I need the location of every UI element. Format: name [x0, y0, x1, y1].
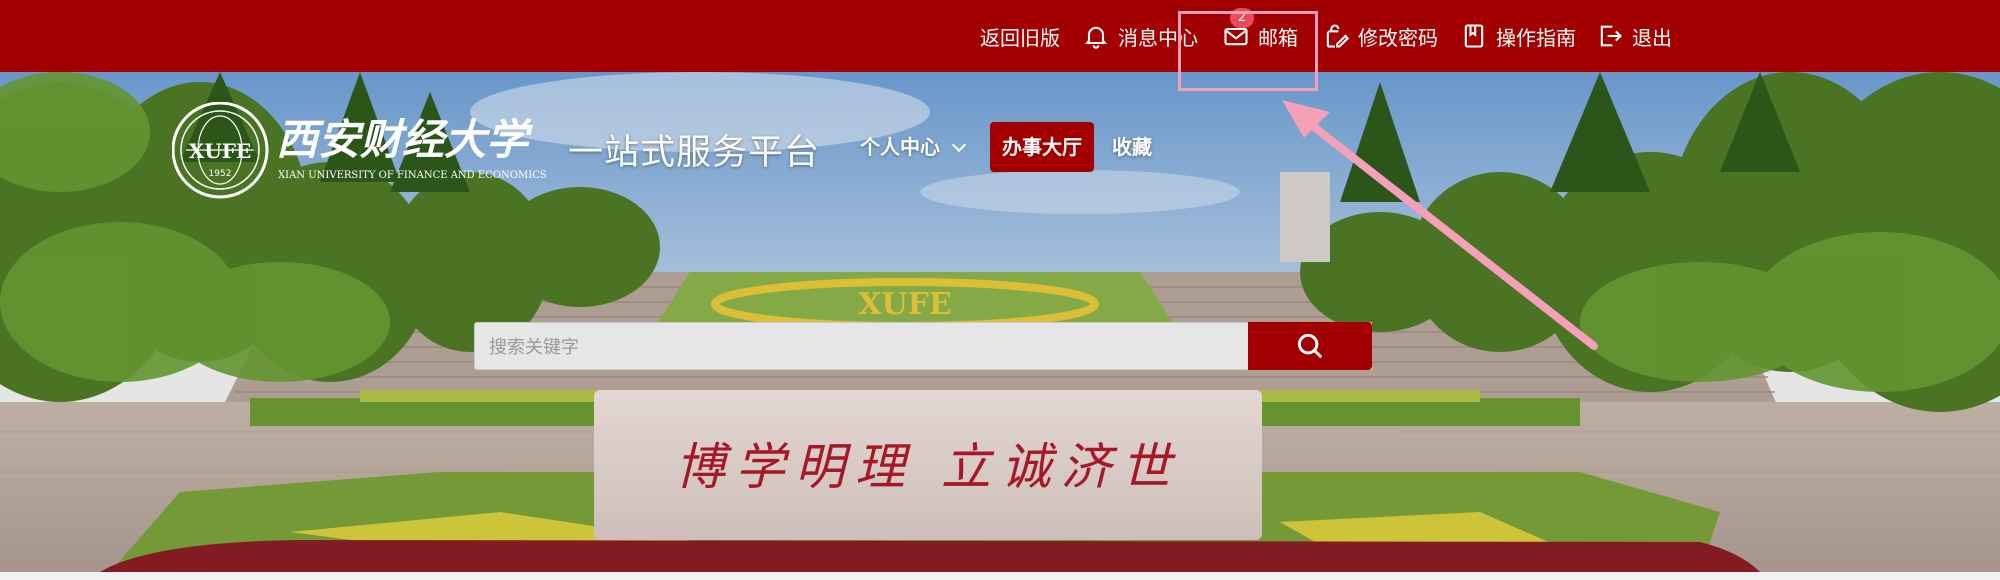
search-button[interactable]: [1248, 322, 1372, 370]
bell-icon: [1085, 26, 1107, 49]
search-box: [474, 322, 1372, 371]
nav-personal-center-label: 个人中心: [860, 135, 940, 159]
change-password-link[interactable]: 修改密码: [1322, 0, 1438, 72]
search-input[interactable]: [485, 323, 1351, 371]
change-password-label: 修改密码: [1358, 25, 1438, 50]
back-to-old-version-link[interactable]: 返回旧版: [980, 0, 1060, 72]
search-icon: [1297, 333, 1323, 359]
top-bar: 返回旧版 消息中心 邮箱 2 修改密码 操作指南 退出: [0, 0, 2000, 72]
platform-title: 一站式服务平台: [568, 133, 821, 173]
back-to-old-version-label: 返回旧版: [980, 25, 1060, 50]
logout-link[interactable]: 退出: [1596, 0, 1672, 72]
logout-icon: [1600, 25, 1622, 47]
logo-name-cn: 西安财经大学: [276, 115, 533, 164]
edit-lock-icon: [1326, 24, 1350, 48]
book-icon: [1464, 24, 1484, 48]
logo-seal-text: XUFE: [189, 139, 251, 163]
logo-seal-year: 1952: [209, 169, 232, 179]
logo-name-en: XIAN UNIVERSITY OF FINANCE AND ECONOMICS: [278, 170, 547, 181]
user-guide-link[interactable]: 操作指南: [1460, 0, 1576, 72]
nav-service-hall-label: 办事大厅: [1002, 135, 1082, 159]
nav-favorites-label: 收藏: [1112, 135, 1152, 159]
chevron-down-icon: [951, 137, 967, 153]
nav-service-hall[interactable]: 办事大厅: [990, 122, 1094, 172]
nav-personal-center[interactable]: 个人中心: [860, 122, 967, 172]
logout-label: 退出: [1632, 25, 1672, 50]
nav-favorites[interactable]: 收藏: [1112, 122, 1152, 172]
user-guide-label: 操作指南: [1496, 25, 1576, 50]
annotation-highlight-box: [1178, 11, 1318, 91]
university-logo[interactable]: XUFE 1952 西安财经大学 XIAN UNIVERSITY OF FINA…: [172, 102, 552, 202]
